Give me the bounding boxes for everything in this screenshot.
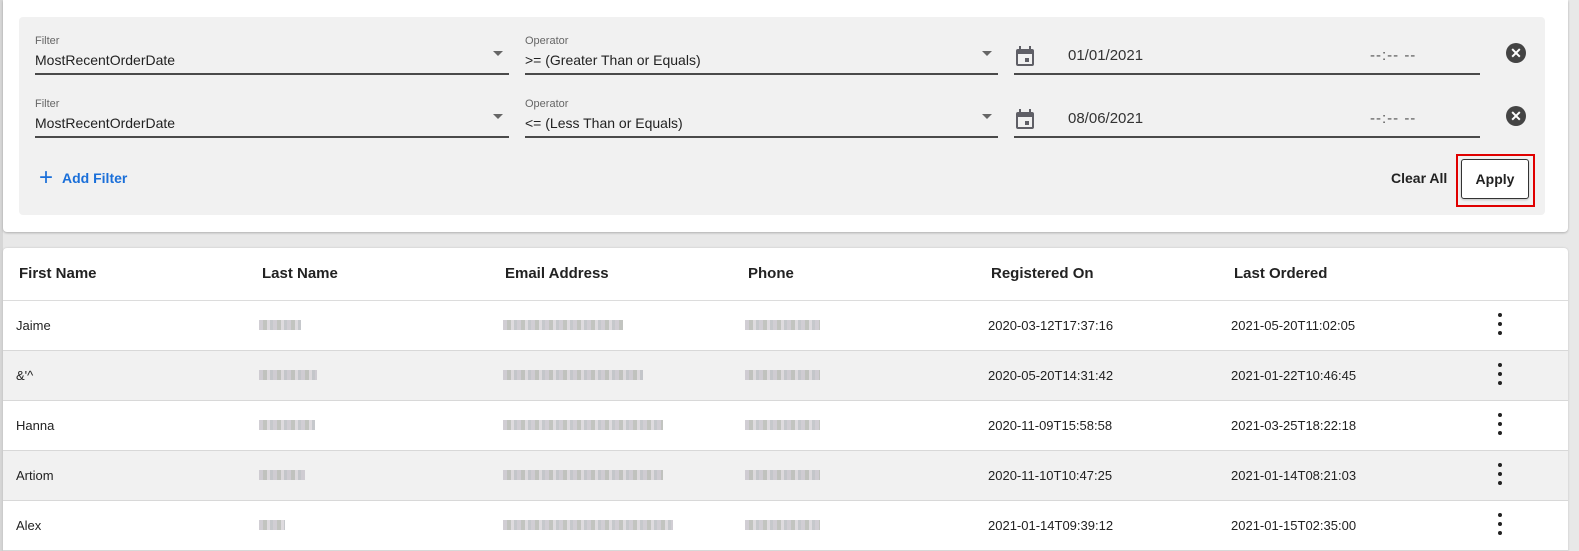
registered-on-cell: 2020-11-10T10:47:25 — [988, 468, 1113, 483]
email-redacted — [503, 370, 643, 380]
email-redacted — [503, 320, 623, 330]
filter-card: Filter MostRecentOrderDate Operator >= (… — [3, 0, 1568, 232]
dropdown-caret-icon — [493, 51, 503, 56]
dropdown-caret-icon — [982, 114, 992, 119]
dropdown-caret-icon — [982, 51, 992, 56]
column-header-email[interactable]: Email Address — [505, 265, 609, 282]
filter-label: Filter — [35, 35, 60, 47]
row-more-options-icon[interactable] — [1496, 513, 1504, 539]
time-value[interactable]: --:-- -- — [1370, 47, 1416, 64]
registered-on-cell: 2020-11-09T15:58:58 — [988, 418, 1113, 433]
last-name-redacted — [259, 320, 301, 330]
operator-select[interactable]: Operator >= (Greater Than or Equals) — [525, 35, 998, 75]
calendar-icon[interactable] — [1015, 45, 1035, 67]
email-redacted — [503, 520, 673, 530]
table-row[interactable]: &'^ 2020-05-20T14:31:42 2021-01-22T10:46… — [3, 351, 1568, 401]
operator-label: Operator — [525, 35, 569, 47]
column-header-last-name[interactable]: Last Name — [262, 265, 338, 282]
last-name-redacted — [259, 420, 315, 430]
column-header-phone[interactable]: Phone — [748, 265, 794, 282]
operator-value: <= (Less Than or Equals) — [525, 115, 683, 131]
plus-icon: + — [39, 164, 54, 191]
first-name-cell: Alex — [16, 518, 42, 533]
dropdown-caret-icon — [493, 114, 503, 119]
filter-value: MostRecentOrderDate — [35, 115, 176, 131]
phone-redacted — [745, 520, 820, 530]
last-name-redacted — [259, 470, 305, 480]
column-header-last-ordered[interactable]: Last Ordered — [1234, 265, 1327, 282]
table-row[interactable]: Alex 2021-01-14T09:39:12 2021-01-15T02:3… — [3, 501, 1568, 551]
filter-label: Filter — [35, 98, 60, 110]
last-ordered-cell: 2021-01-15T02:35:00 — [1231, 518, 1357, 533]
filter-select[interactable]: Filter MostRecentOrderDate — [35, 98, 509, 138]
apply-button[interactable]: Apply — [1461, 159, 1529, 199]
registered-on-cell: 2020-03-12T17:37:16 — [988, 318, 1114, 333]
row-more-options-icon[interactable] — [1496, 313, 1504, 339]
last-name-redacted — [259, 370, 317, 380]
last-ordered-cell: 2021-03-25T18:22:18 — [1231, 418, 1357, 433]
first-name-cell: &'^ — [16, 368, 34, 383]
email-redacted — [503, 470, 663, 480]
row-more-options-icon[interactable] — [1496, 363, 1504, 389]
clear-all-button[interactable]: Clear All — [1391, 170, 1447, 186]
remove-filter-icon[interactable]: ✕ — [1506, 43, 1526, 63]
phone-redacted — [745, 470, 820, 480]
first-name-cell: Hanna — [16, 418, 55, 433]
last-name-redacted — [259, 520, 285, 530]
phone-redacted — [745, 370, 820, 380]
filter-panel: Filter MostRecentOrderDate Operator >= (… — [19, 17, 1545, 215]
row-more-options-icon[interactable] — [1496, 463, 1504, 489]
operator-value: >= (Greater Than or Equals) — [525, 52, 701, 68]
operator-label: Operator — [525, 98, 569, 110]
phone-redacted — [745, 320, 820, 330]
first-name-cell: Jaime — [16, 318, 51, 333]
add-filter-button[interactable]: + Add Filter — [39, 164, 128, 191]
table-header: First Name Last Name Email Address Phone… — [3, 248, 1568, 301]
first-name-cell: Artiom — [16, 468, 54, 483]
date-input[interactable]: 01/01/2021 --:-- -- — [1014, 35, 1480, 75]
filter-value: MostRecentOrderDate — [35, 52, 176, 68]
column-header-first-name[interactable]: First Name — [19, 265, 97, 282]
scrollbar-gutter[interactable] — [1568, 0, 1579, 551]
registered-on-cell: 2020-05-20T14:31:42 — [988, 368, 1114, 383]
operator-select[interactable]: Operator <= (Less Than or Equals) — [525, 98, 998, 138]
last-ordered-cell: 2021-05-20T11:02:05 — [1231, 318, 1356, 333]
email-redacted — [503, 420, 663, 430]
date-value: 01/01/2021 — [1068, 47, 1144, 64]
phone-redacted — [745, 420, 820, 430]
table-row[interactable]: Hanna 2020-11-09T15:58:58 2021-03-25T18:… — [3, 401, 1568, 451]
calendar-icon[interactable] — [1015, 108, 1035, 130]
filter-select[interactable]: Filter MostRecentOrderDate — [35, 35, 509, 75]
customers-table: First Name Last Name Email Address Phone… — [3, 248, 1568, 551]
remove-filter-icon[interactable]: ✕ — [1506, 106, 1526, 126]
last-ordered-cell: 2021-01-14T08:21:03 — [1231, 468, 1357, 483]
column-header-registered-on[interactable]: Registered On — [991, 265, 1094, 282]
date-input[interactable]: 08/06/2021 --:-- -- — [1014, 98, 1480, 138]
date-value: 08/06/2021 — [1068, 110, 1144, 127]
last-ordered-cell: 2021-01-22T10:46:45 — [1231, 368, 1357, 383]
add-filter-label: Add Filter — [62, 170, 128, 186]
table-row[interactable]: Artiom 2020-11-10T10:47:25 2021-01-14T08… — [3, 451, 1568, 501]
registered-on-cell: 2021-01-14T09:39:12 — [988, 518, 1114, 533]
time-value[interactable]: --:-- -- — [1370, 110, 1416, 127]
row-more-options-icon[interactable] — [1496, 413, 1504, 439]
table-row[interactable]: Jaime 2020-03-12T17:37:16 2021-05-20T11:… — [3, 301, 1568, 351]
